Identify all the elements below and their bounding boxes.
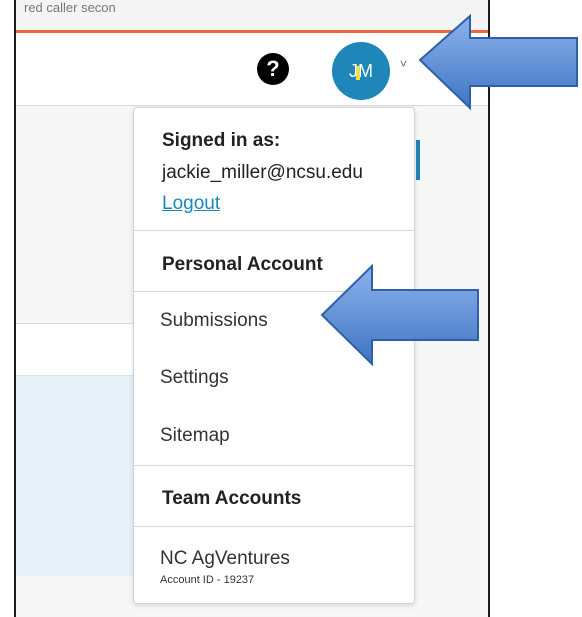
url-text[interactable]: red caller secon	[24, 0, 116, 15]
background-accent-strip	[416, 140, 420, 180]
signed-in-label: Signed in as:	[162, 130, 281, 151]
team-account-id: Account ID - 19237	[160, 574, 255, 586]
menu-item-sitemap[interactable]: Sitemap	[134, 409, 414, 465]
background-divider	[16, 323, 136, 324]
avatar[interactable]: JM	[332, 42, 390, 100]
logout-link[interactable]: Logout	[162, 193, 220, 215]
menu-item-label: Sitemap	[160, 425, 230, 446]
divider	[134, 230, 414, 231]
help-icon[interactable]: ?	[257, 53, 289, 85]
background-panel	[16, 324, 136, 375]
team-accounts-header: Team Accounts	[162, 488, 302, 509]
chevron-down-icon[interactable]: ˅	[400, 57, 407, 71]
annotation-arrow-left-icon	[320, 263, 479, 367]
personal-account-header: Personal Account	[162, 254, 323, 275]
annotation-arrow-left-icon	[418, 13, 578, 111]
avatar-status-indicator	[356, 66, 360, 80]
divider	[134, 465, 414, 466]
menu-item-label: Submissions	[160, 310, 268, 331]
user-email: jackie_miller@ncsu.edu	[162, 162, 363, 183]
background-highlight-band	[16, 375, 136, 576]
team-account-name[interactable]: NC AgVentures	[160, 548, 290, 570]
divider	[134, 526, 414, 527]
menu-item-label: Settings	[160, 367, 229, 388]
